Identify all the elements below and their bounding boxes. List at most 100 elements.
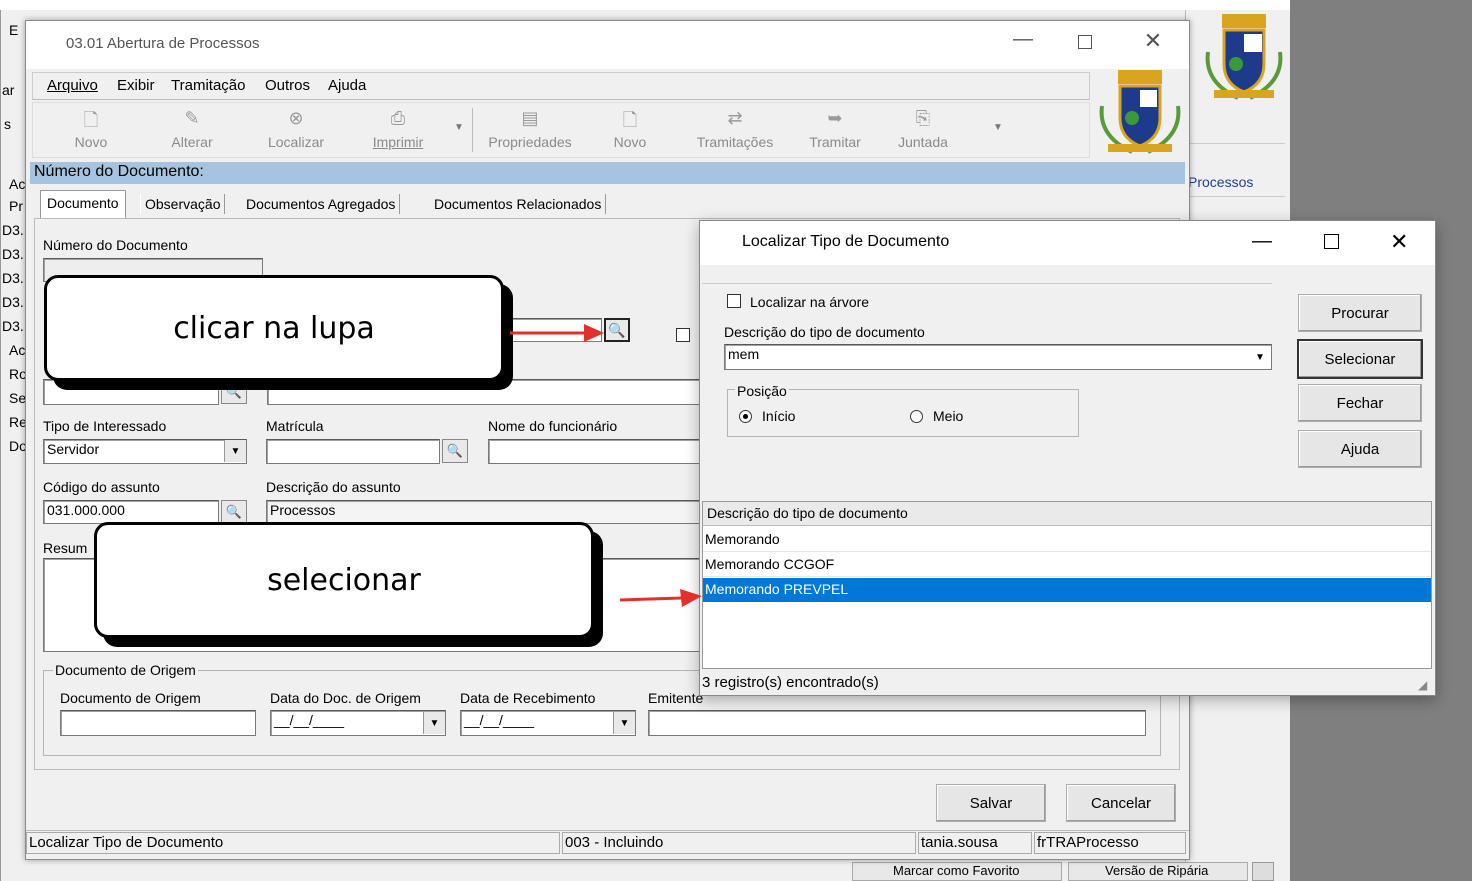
toolbar-tramitacoes[interactable]: ⇄ Tramitações — [685, 108, 785, 150]
origem-group-title: Documento de Origem — [53, 662, 198, 678]
city-crest-logo — [1200, 12, 1288, 102]
version-button[interactable]: Versão de Ripária — [1068, 862, 1248, 881]
localizar-arvore-checkbox[interactable] — [727, 294, 741, 308]
scroll-stub[interactable] — [1252, 862, 1274, 881]
doc-origem-field[interactable] — [60, 710, 256, 736]
chevron-down-icon[interactable]: ▼ — [224, 440, 246, 462]
emitente-field[interactable] — [648, 710, 1146, 736]
nome-funcionario-label: Nome do funcionário — [488, 418, 618, 434]
bg-letter: D3. — [2, 294, 24, 310]
tab-documentos-agregados[interactable]: Documentos Agregados — [242, 194, 401, 214]
arrow-to-lupa — [510, 324, 604, 342]
data-doc-origem-field[interactable]: __/__/____ ▼ — [270, 710, 446, 736]
bg-letter: s — [4, 116, 11, 132]
salvar-button[interactable]: Salvar — [936, 784, 1046, 822]
radio-meio[interactable] — [910, 410, 923, 423]
data-recebimento-field[interactable]: __/__/____ ▼ — [460, 710, 636, 736]
favorite-button[interactable]: Marcar como Favorito — [852, 862, 1062, 881]
menu-arquivo[interactable]: Arquivo — [47, 77, 98, 94]
bg-letter: Ac — [9, 176, 26, 192]
tab-documentos-relacionados[interactable]: Documentos Relacionados — [430, 194, 607, 214]
toolbar-tramitar[interactable]: ➥ Tramitar — [795, 108, 875, 150]
codigo-assunto-field[interactable]: 031.000.000 — [43, 500, 219, 524]
toolbar-dropdown-icon[interactable]: ▼ — [454, 122, 464, 133]
status-panel-3: tania.sousa — [918, 832, 1032, 854]
bg-letter: D3. — [2, 270, 24, 286]
data-doc-origem-label: Data do Doc. de Origem — [270, 690, 421, 706]
bg-letter: ar — [2, 82, 15, 98]
procurar-button[interactable]: Procurar — [1298, 294, 1422, 332]
chevron-down-icon[interactable]: ▼ — [1249, 346, 1271, 368]
toolbar-dropdown-icon[interactable]: ▼ — [993, 122, 1003, 133]
interessado-search-icon[interactable]: 🔍 — [221, 380, 247, 404]
minimize-icon[interactable]: — — [1008, 28, 1038, 58]
nome-funcionario-field[interactable] — [488, 439, 700, 464]
menu-exibir[interactable]: Exibir — [117, 77, 155, 94]
processos-link[interactable]: Processos — [1188, 174, 1253, 190]
toolbar-propriedades[interactable]: ▤ Propriedades — [475, 108, 585, 150]
menu-bar: Arquivo Exibir Tramitação Outros Ajuda — [32, 72, 1090, 100]
chevron-down-icon[interactable]: ▼ — [613, 712, 635, 734]
toolbar-imprimir[interactable]: ⎙ Imprimir — [358, 108, 438, 150]
grid-header[interactable]: Descrição do tipo de documento — [703, 502, 1431, 526]
header-label: Número do Documento: — [34, 163, 204, 180]
radio-inicio[interactable] — [739, 410, 752, 423]
grid-row[interactable]: Memorando — [703, 528, 1431, 552]
dialog-maximize-icon[interactable] — [1324, 234, 1339, 249]
bg-letter: D3. — [2, 318, 24, 334]
right-divider — [1188, 196, 1285, 197]
grid-row-selected[interactable]: Memorando PREVPEL — [703, 578, 1431, 602]
toolbar-alterar[interactable]: ✎ Alterar — [152, 108, 232, 150]
maximize-icon[interactable] — [1070, 28, 1100, 58]
dialog-minimize-icon[interactable]: — — [1252, 230, 1272, 253]
city-crest-logo-small — [1094, 68, 1186, 158]
dialog-title: Localizar Tipo de Documento — [742, 233, 950, 250]
checkbox[interactable] — [676, 328, 690, 342]
status-panel-1: Localizar Tipo de Documento — [26, 832, 560, 854]
bg-letter: Ac — [9, 342, 26, 358]
toolbar-novo[interactable]: 🗋 Novo — [51, 108, 131, 150]
bg-letter: D3. — [2, 222, 24, 238]
resize-grip-icon[interactable]: ◢ — [1418, 678, 1427, 692]
close-icon[interactable]: ✕ — [1138, 28, 1168, 58]
tramitar-icon: ➥ — [827, 108, 843, 128]
menu-tramitacao[interactable]: Tramitação — [171, 77, 245, 94]
status-panel-2: 003 - Incluindo — [562, 832, 916, 854]
dialog-close-icon[interactable]: ✕ — [1390, 229, 1408, 255]
menu-outros[interactable]: Outros — [265, 77, 310, 94]
binoculars-icon: ⊗ — [288, 108, 304, 128]
ajuda-button[interactable]: Ajuda — [1298, 430, 1422, 468]
descricao-tipo-combobox[interactable]: mem ▼ — [724, 344, 1272, 370]
juntada-icon: ⎘ — [915, 108, 931, 128]
matricula-label: Matrícula — [266, 418, 324, 434]
fechar-button[interactable]: Fechar — [1298, 384, 1422, 422]
grid-row[interactable]: Memorando CCGOF — [703, 553, 1431, 577]
tipo-interessado-label: Tipo de Interessado — [43, 418, 167, 434]
assunto-search-icon[interactable]: 🔍 — [221, 500, 247, 524]
toolbar-novo-2[interactable]: 🗋 Novo — [590, 108, 670, 150]
numero-documento-label: Número do Documento — [43, 237, 188, 253]
dialog-status: 3 registro(s) encontrado(s) — [702, 674, 879, 691]
printer-icon: ⎙ — [390, 108, 406, 128]
radio-inicio-label: Início — [762, 408, 796, 424]
tipo-interessado-select[interactable]: Servidor ▼ — [43, 439, 247, 464]
tab-documento[interactable]: Documento — [40, 190, 126, 218]
interessado-name-field[interactable] — [267, 379, 701, 405]
tramitacoes-icon: ⇄ — [727, 108, 743, 128]
toolbar-localizar[interactable]: ⊗ Localizar — [256, 108, 336, 150]
chevron-down-icon[interactable]: ▼ — [423, 712, 445, 734]
resumo-label: Resum — [43, 540, 88, 556]
properties-icon: ▤ — [521, 108, 539, 128]
tab-observacao[interactable]: Observação — [140, 194, 226, 214]
cancelar-button[interactable]: Cancelar — [1066, 784, 1176, 822]
dialog-top-panel — [702, 270, 1272, 284]
menu-ajuda[interactable]: Ajuda — [328, 77, 366, 94]
toolbar-juntada[interactable]: ⎘ Juntada — [883, 108, 963, 150]
matricula-field[interactable] — [266, 439, 440, 464]
descricao-assunto-field[interactable]: Processos — [266, 500, 700, 524]
matricula-search-icon[interactable]: 🔍 — [442, 439, 468, 463]
selecionar-button[interactable]: Selecionar — [1297, 339, 1423, 379]
interessado-code-field[interactable] — [43, 379, 219, 405]
bg-letter: Se — [9, 390, 27, 406]
codigo-assunto-label: Código do assunto — [43, 479, 160, 495]
